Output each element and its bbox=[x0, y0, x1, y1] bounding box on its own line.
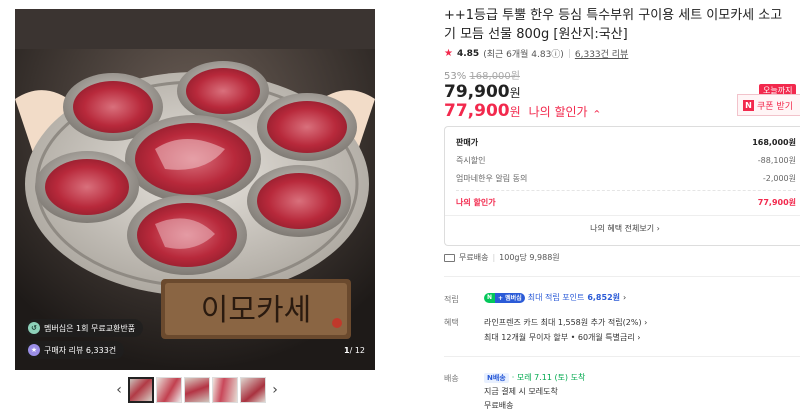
my-discount-price[interactable]: 77,900원 나의 할인가 ^ bbox=[444, 101, 600, 121]
delivery-eta-text: · 모레 7.11 (토) 도착 bbox=[511, 373, 586, 382]
free-shipping-label: 무료배송 bbox=[459, 253, 489, 262]
rating-score: 4.85 bbox=[456, 48, 480, 59]
view-all-benefits-link[interactable]: 나의 혜택 전체보기 › bbox=[445, 223, 800, 234]
npay-membership-badge: N + 멤버십 bbox=[484, 292, 525, 303]
delivery-eta: N배송 · 모레 7.11 (토) 도착 bbox=[484, 372, 585, 383]
discount-percent: 53% bbox=[444, 71, 467, 82]
coupon-button[interactable]: N 쿠폰 받기 bbox=[737, 94, 800, 116]
star-icon: ★ bbox=[444, 48, 453, 59]
thumbnail-prev-arrow[interactable]: ‹ bbox=[112, 382, 126, 398]
breakdown-footer-divider bbox=[445, 215, 800, 216]
review-count-link[interactable]: 6,333건 리뷰 bbox=[575, 47, 628, 60]
thumbnail-5[interactable] bbox=[240, 377, 266, 403]
card-benefit-link[interactable]: 라인프렌즈 카드 최대 1,558원 추가 적립(2%) › bbox=[484, 317, 647, 328]
thumbnail-strip: ‹ › bbox=[112, 377, 282, 403]
image-counter: 1/ 12 bbox=[344, 346, 365, 355]
breakdown-row-instant-discount: 즉시할인 -88,100원 bbox=[456, 155, 796, 166]
sale-price: 79,900원 bbox=[444, 82, 521, 102]
breakdown-row-final: 나의 할인가 77,900원 bbox=[456, 197, 796, 208]
npay-membership: + 멤버십 bbox=[495, 292, 525, 303]
unit-price: 100g당 9,988원 bbox=[499, 253, 560, 262]
sale-price-unit: 원 bbox=[509, 86, 521, 100]
thumbnail-3[interactable] bbox=[184, 377, 210, 403]
thumbnail-1[interactable] bbox=[128, 377, 154, 403]
discount-line: 53% 168,000원 bbox=[444, 67, 520, 82]
breakdown-label: 판매가 bbox=[456, 138, 479, 147]
truck-icon bbox=[444, 253, 455, 262]
coupon-button-label: 쿠폰 받기 bbox=[757, 101, 793, 112]
original-price: 168,000원 bbox=[469, 71, 520, 82]
section-divider bbox=[444, 276, 800, 277]
review-icon: ★ bbox=[28, 344, 40, 356]
points-row[interactable]: N + 멤버십 최대 적립 포인트 6,852원 › bbox=[484, 292, 626, 303]
shipping-summary: 무료배송 | 100g당 9,988원 bbox=[444, 252, 560, 263]
delivery-free: 무료배송 bbox=[484, 401, 514, 410]
product-main-image[interactable]: 이모카세 ↺ 멤버십은 1회 무료교환반품 ★ 구매자 리뷰 6,333건 1/… bbox=[15, 9, 375, 370]
breakdown-final-label: 나의 할인가 bbox=[456, 198, 496, 207]
breakdown-value: -2,000원 bbox=[762, 174, 796, 183]
my-price-value: 77,900 bbox=[444, 101, 510, 121]
npay-n: N bbox=[484, 292, 496, 303]
breakdown-row-list-price: 판매가 168,000원 bbox=[456, 137, 796, 148]
section-divider bbox=[444, 356, 800, 357]
thumbnail-next-arrow[interactable]: › bbox=[268, 382, 282, 398]
refresh-icon: ↺ bbox=[28, 322, 40, 334]
breakdown-row-notification-discount: 엄마네한우 알림 동의 -2,000원 bbox=[456, 173, 796, 184]
rating-summary: ★ 4.85 (최근 6개월 4.83ⓘ) | 6,333건 리뷰 bbox=[444, 47, 628, 60]
product-title: ++1등급 투뿔 한우 등심 특수부위 구이용 세트 이모카세 소고기 모듬 선… bbox=[444, 8, 783, 42]
membership-badge-label: 멤버십은 1회 무료교환반품 bbox=[44, 323, 136, 333]
breakdown-divider bbox=[456, 190, 796, 191]
naver-n-icon: N bbox=[743, 99, 754, 111]
chevron-right-icon: › bbox=[623, 293, 627, 302]
image-counter-total: / 12 bbox=[349, 346, 365, 355]
installment-benefit-link[interactable]: 최대 12개월 무이자 할부 • 60개월 특별금리 › bbox=[484, 332, 640, 343]
rating-divider: | bbox=[567, 48, 571, 59]
reviews-badge[interactable]: ★ 구매자 리뷰 6,333건 bbox=[25, 341, 125, 359]
thumbnail-2[interactable] bbox=[156, 377, 182, 403]
product-info-panel: ++1등급 투뿔 한우 등심 특수부위 구이용 세트 이모카세 소고기 모듬 선… bbox=[444, 0, 800, 411]
meat-platter-illustration: 이모카세 bbox=[15, 9, 375, 370]
my-price-unit: 원 bbox=[509, 105, 521, 119]
breakdown-label: 엄마네한우 알림 동의 bbox=[456, 174, 528, 183]
thumbnail-4[interactable] bbox=[212, 377, 238, 403]
rating-recent: (최근 6개월 4.83ⓘ) bbox=[483, 50, 564, 60]
delivery-label: 배송 bbox=[444, 374, 459, 383]
sale-price-value: 79,900 bbox=[444, 82, 510, 102]
delivery-note: 지금 결제 시 모레도착 bbox=[484, 387, 558, 396]
n-delivery-badge: N배송 bbox=[484, 372, 509, 383]
breakdown-label: 즉시할인 bbox=[456, 156, 486, 165]
points-text: 최대 적립 포인트 bbox=[527, 293, 585, 302]
membership-badge: ↺ 멤버십은 1회 무료교환반품 bbox=[25, 319, 144, 337]
my-price-label: 나의 할인가 bbox=[528, 105, 588, 119]
breakdown-value: -88,100원 bbox=[757, 156, 796, 165]
caret-up-icon: ^ bbox=[593, 109, 601, 118]
breakdown-final-value: 77,900원 bbox=[757, 198, 796, 207]
reviews-badge-label: 구매자 리뷰 6,333건 bbox=[44, 345, 117, 355]
price-breakdown: 판매가 168,000원 즉시할인 -88,100원 엄마네한우 알림 동의 -… bbox=[444, 126, 800, 246]
shipping-divider: | bbox=[492, 253, 496, 262]
sign-text: 이모카세 bbox=[201, 293, 311, 328]
benefits-label: 혜택 bbox=[444, 318, 459, 327]
breakdown-value: 168,000원 bbox=[752, 138, 796, 147]
points-amount: 6,852원 bbox=[587, 293, 620, 302]
points-label: 적립 bbox=[444, 295, 459, 304]
